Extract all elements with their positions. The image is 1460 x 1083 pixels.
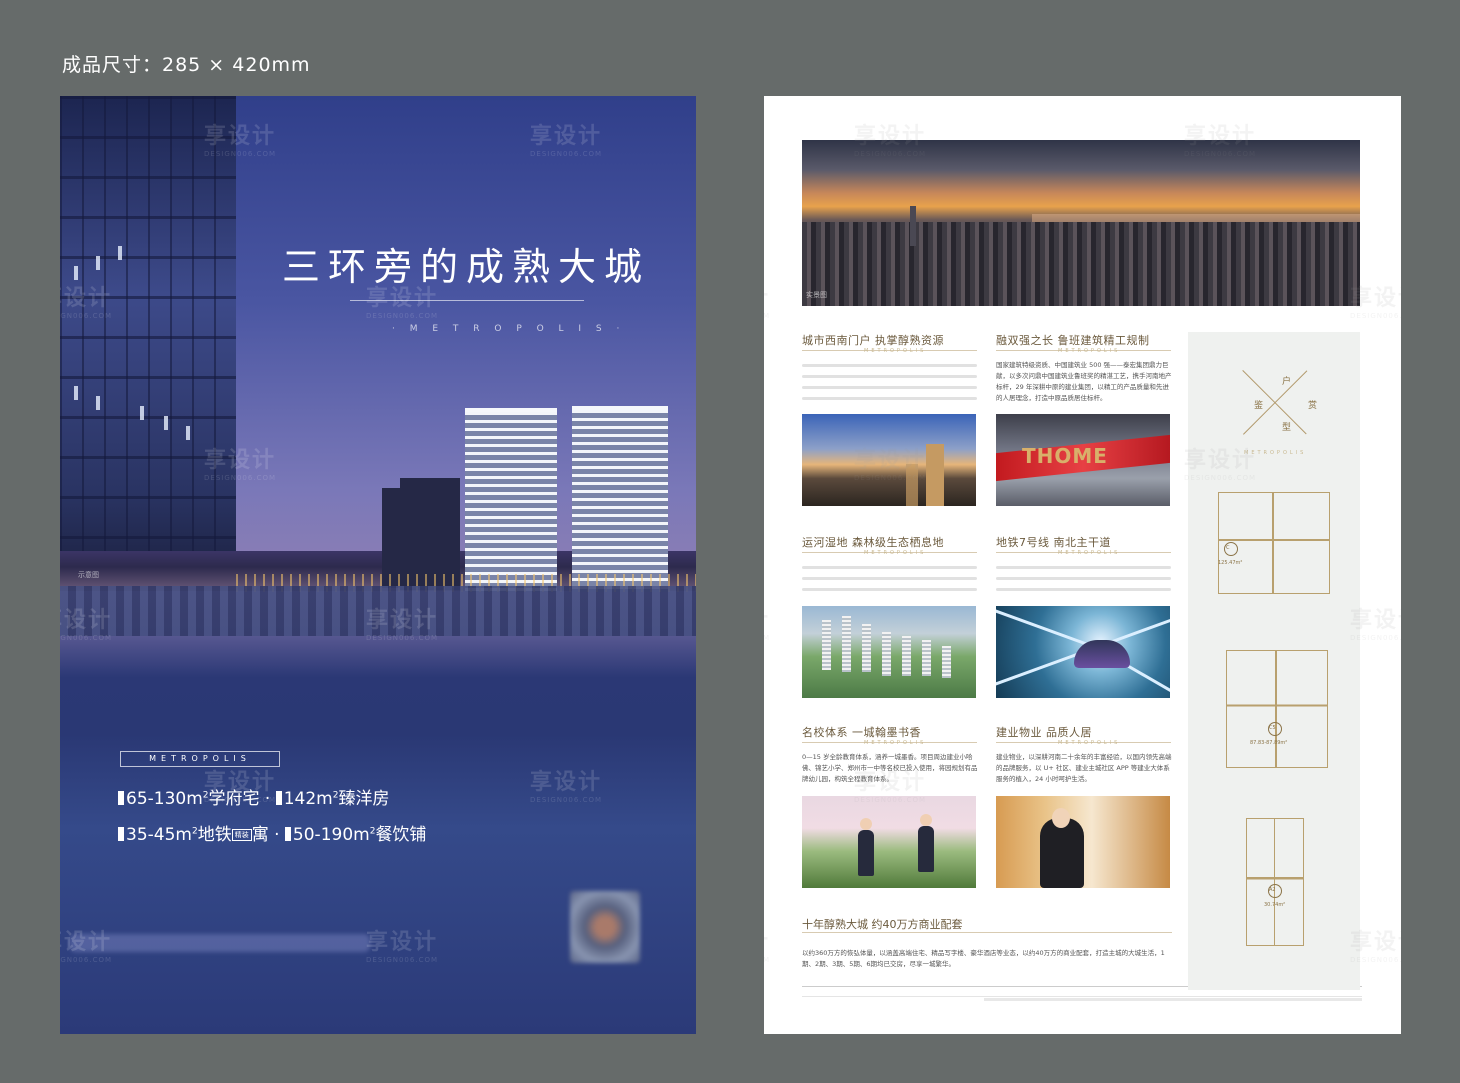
bullet-icon <box>275 791 282 805</box>
watermark: 享设计DESIGN006.COM <box>60 930 113 964</box>
bullet-icon <box>118 827 124 841</box>
feature-area: 65-130m <box>126 789 203 809</box>
panel-char: 鉴 <box>1254 401 1264 411</box>
skyscraper <box>910 206 916 246</box>
plan-area: 125.47m² <box>1218 560 1243 566</box>
section-subtitle: METROPOLIS <box>1058 348 1121 354</box>
watermark: 享设计DESIGN006.COM <box>60 608 113 642</box>
plan-code: A2 <box>1269 887 1276 893</box>
qr-code <box>570 891 640 963</box>
headline-subline: · M E T R O P O L I S · <box>392 324 626 334</box>
watermark: 享设计DESIGN006.COM <box>366 608 439 642</box>
photo-caption: 实景图 <box>806 291 827 299</box>
students-photo <box>802 796 976 888</box>
feature-type: 臻洋房 <box>338 789 390 809</box>
section-subtitle: METROPOLIS <box>864 348 927 354</box>
commerce-body: 以约360万方的恢弘体量，以涵盖高端住宅、精品写字楼、豪华酒店等业态，以约40万… <box>802 949 1165 968</box>
watermark: 享设计DESIGN006.COM <box>854 124 927 158</box>
metro-photo <box>996 606 1170 698</box>
city-rooftops <box>802 222 1360 306</box>
blurred-contact-info <box>70 934 370 952</box>
section-title: 运河湿地 森林级生态栖息地 <box>802 536 944 549</box>
residential-tower <box>465 408 557 592</box>
brand-photo: THOME <box>996 414 1170 506</box>
section-body-placeholder <box>802 364 977 408</box>
floorplan <box>1246 818 1304 946</box>
watermark: 享设计DESIGN006.COM <box>854 770 927 804</box>
bullet-icon <box>118 791 124 805</box>
section-title: 名校体系 一城翰墨书香 <box>802 726 921 739</box>
watermark: 享设计DESIGN006.COM <box>1350 930 1401 964</box>
photo-caption: 示意图 <box>78 571 99 579</box>
section-body-placeholder <box>802 566 977 599</box>
plan-code: C <box>1226 545 1230 551</box>
bullet-icon <box>284 827 291 841</box>
footer-rule <box>802 996 1362 997</box>
feature-type: 餐饮铺 <box>375 825 427 845</box>
print-size-label: 成品尺寸：285 × 420mm <box>62 54 311 76</box>
section-title: 建业物业 品质人居 <box>996 726 1092 739</box>
headline: 三环旁的成熟大城 <box>282 245 651 289</box>
feature-area: 142m <box>283 789 333 809</box>
panel-char: 户 <box>1282 377 1292 387</box>
plan-area: 30.74m² <box>1264 902 1286 908</box>
separator: · <box>274 825 285 845</box>
watermark: 享设计DESIGN006.COM <box>530 770 603 804</box>
watermark: 享设计DESIGN006.COM <box>1350 608 1401 642</box>
plan-area: 87.83-87.89m² <box>1250 740 1288 746</box>
floorplan-panel: 户 鉴 赏 型 METROPOLIS C 125.47m² C5 87.83-8… <box>1188 332 1360 990</box>
section-title: 融双强之长 鲁班建筑精工规制 <box>996 334 1150 347</box>
footer-disclaimer-placeholder <box>984 998 1362 1001</box>
section-subtitle: METROPOLIS <box>1058 740 1121 746</box>
finish-badge: 精装 <box>231 829 252 841</box>
section-title: 城市西南门户 执掌醇熟资源 <box>802 334 944 347</box>
residential-tower <box>572 406 668 592</box>
green-community-photo <box>802 606 976 698</box>
section-subtitle: METROPOLIS <box>1058 550 1121 556</box>
glass-facade <box>60 96 236 591</box>
front-poster: 示意图 三环旁的成熟大城 · M E T R O P O L I S · MET… <box>60 96 696 1034</box>
watermark: 享设计DESIGN006.COM <box>204 448 277 482</box>
commerce-title: 十年醇熟大城 约40万方商业配套 <box>802 918 963 931</box>
watermark: 享设计DESIGN006.COM <box>764 286 771 320</box>
features-line-2: 35-45m2地铁 精装寓 · 50-190m2餐饮铺 <box>118 820 426 845</box>
skyline-photo: 实景图 <box>802 140 1360 306</box>
back-poster: 实景图 城市西南门户 执掌醇熟资源 METROPOLIS 融双强之长 鲁班建筑精… <box>764 96 1401 1034</box>
feature-area: 50-190m <box>292 825 370 845</box>
section-subtitle: METROPOLIS <box>864 550 927 556</box>
watermark: 享设计DESIGN006.COM <box>1184 124 1257 158</box>
section-body: 建业物业，以深耕河南二十余年的丰富经验，以国内领先高端的品牌服务，以 U+ 社区… <box>996 753 1172 783</box>
watermark: 享设计DESIGN006.COM <box>764 608 771 642</box>
service-staff-photo <box>996 796 1170 888</box>
watermark: 享设计DESIGN006.COM <box>60 286 113 320</box>
watermark: 享设计DESIGN006.COM <box>204 770 277 804</box>
watermark: 享设计DESIGN006.COM <box>366 930 439 964</box>
watermark: 享设计DESIGN006.COM <box>764 930 771 964</box>
watermark: 享设计DESIGN006.COM <box>1184 448 1257 482</box>
panel-char: 赏 <box>1308 401 1318 411</box>
feature-area: 35-45m <box>126 825 192 845</box>
watermark: 享设计DESIGN006.COM <box>204 124 277 158</box>
watermark: 享设计DESIGN006.COM <box>854 448 927 482</box>
floorplan <box>1226 650 1328 768</box>
distant-tower <box>382 488 404 588</box>
feature-type: 地铁 <box>197 825 232 845</box>
commerce-rule <box>802 932 1172 933</box>
watermark: 享设计DESIGN006.COM <box>1350 286 1401 320</box>
section-body: 国家建筑特级资质、中国建筑业 500 强——泰宏集团鼎力巨献，以多次问鼎中国建筑… <box>996 361 1172 402</box>
section-title: 地铁7号线 南北主干道 <box>996 536 1111 549</box>
watermark: 享设计DESIGN006.COM <box>530 124 603 158</box>
plan-code: C5 <box>1269 725 1276 731</box>
feature-type: 寓 <box>251 825 269 845</box>
panel-char: 型 <box>1282 423 1292 433</box>
section-subtitle: METROPOLIS <box>864 740 927 746</box>
section-body-placeholder <box>996 566 1171 599</box>
watermark: 享设计DESIGN006.COM <box>366 286 439 320</box>
